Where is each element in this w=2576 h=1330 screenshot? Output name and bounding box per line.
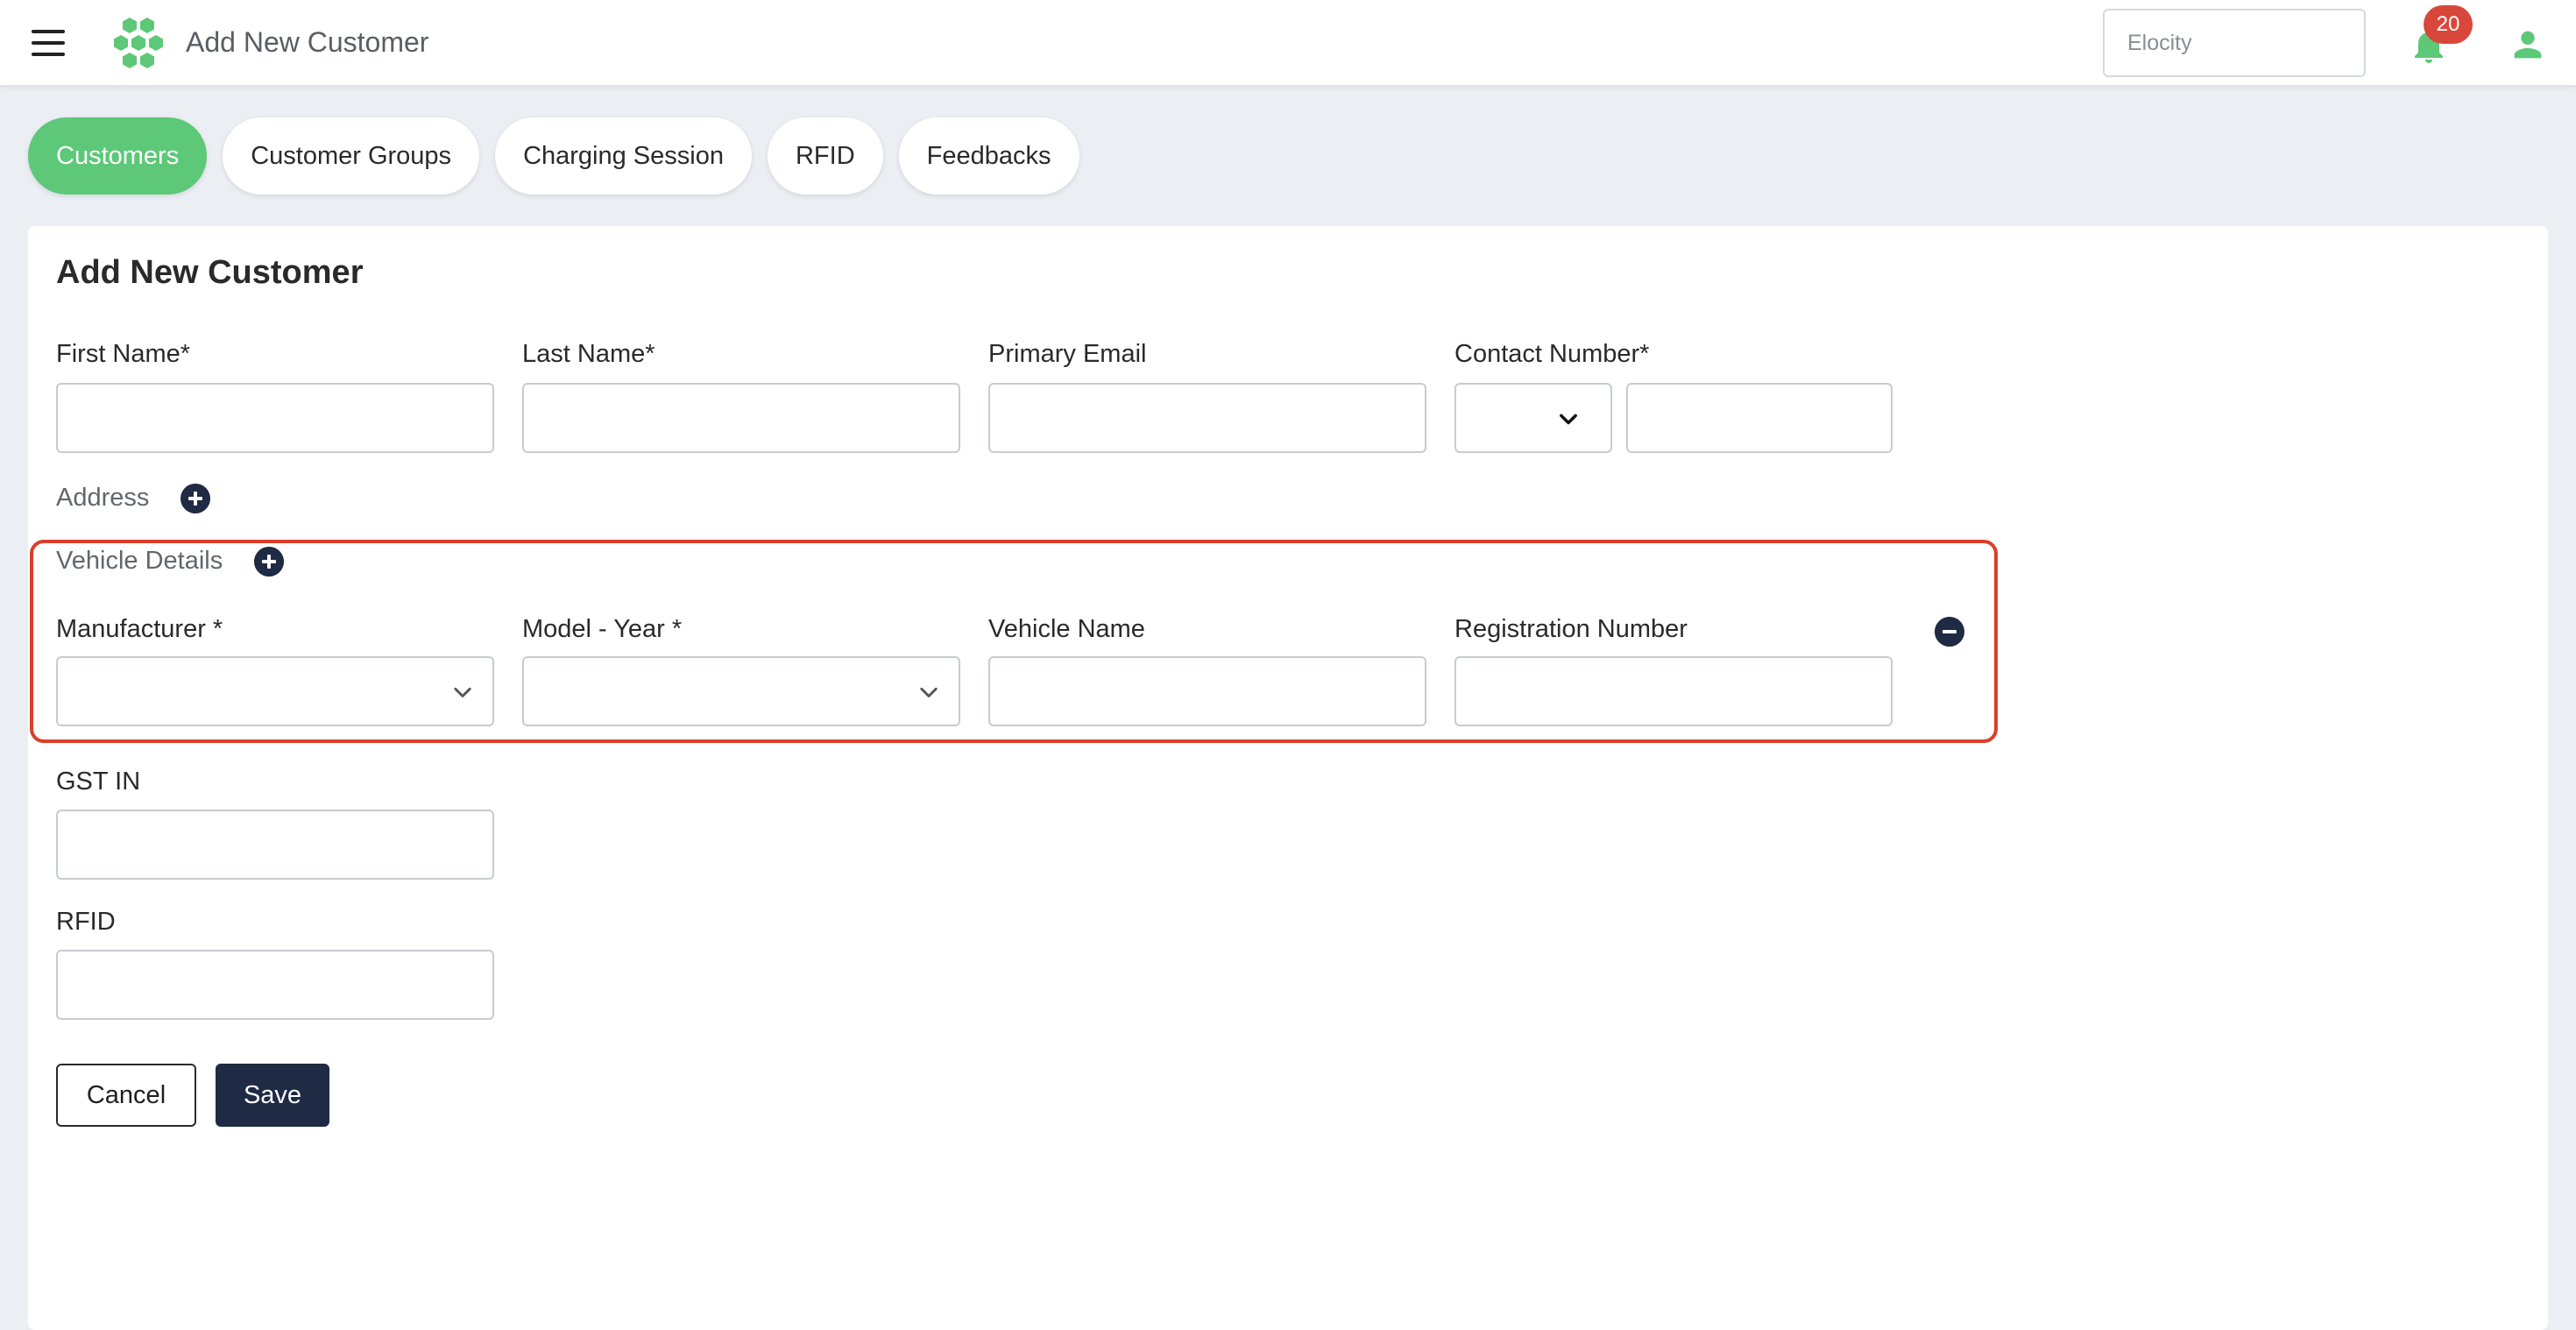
model-year-select[interactable] — [522, 656, 960, 726]
add-vehicle-plus-icon[interactable] — [254, 547, 284, 577]
last-name-label: Last Name* — [522, 340, 655, 368]
tab-bar: Customers Customer Groups Charging Sessi… — [28, 117, 1079, 195]
menu-icon[interactable] — [32, 30, 65, 56]
remove-vehicle-minus-icon[interactable] — [1935, 617, 1964, 647]
vehicle-name-label: Vehicle Name — [988, 615, 1145, 643]
address-label: Address — [56, 484, 150, 512]
first-name-label: First Name* — [56, 340, 191, 368]
page-header-title: Add New Customer — [186, 26, 429, 58]
model-year-label: Model - Year * — [522, 615, 683, 643]
country-code-select[interactable] — [1454, 383, 1612, 453]
chevron-down-icon — [454, 687, 471, 697]
form-title: Add New Customer — [56, 254, 364, 291]
chevron-down-icon — [920, 687, 938, 697]
form-card: Add New Customer First Name* Last Name* … — [28, 226, 2548, 1330]
primary-email-field[interactable] — [988, 383, 1426, 453]
vehicle-details-label: Vehicle Details — [56, 547, 223, 575]
logo-icon — [114, 18, 163, 68]
tab-customers[interactable]: Customers — [28, 117, 208, 195]
last-name-field[interactable] — [522, 383, 960, 453]
tab-feedbacks[interactable]: Feedbacks — [898, 117, 1079, 195]
tab-customer-groups[interactable]: Customer Groups — [223, 117, 480, 195]
tab-charging-session[interactable]: Charging Session — [495, 117, 752, 195]
rfid-label: RFID — [56, 908, 116, 936]
cancel-button[interactable]: Cancel — [56, 1064, 196, 1127]
rfid-field[interactable] — [56, 950, 494, 1020]
gst-field[interactable] — [56, 810, 494, 880]
registration-number-field[interactable] — [1454, 656, 1893, 726]
gst-label: GST IN — [56, 768, 141, 796]
registration-number-label: Registration Number — [1454, 615, 1688, 643]
save-button[interactable]: Save — [216, 1064, 329, 1127]
manufacturer-select[interactable] — [56, 656, 494, 726]
add-address-plus-icon[interactable] — [180, 484, 210, 513]
primary-email-label: Primary Email — [988, 340, 1147, 368]
first-name-field[interactable] — [56, 383, 494, 453]
user-icon[interactable] — [2508, 25, 2548, 65]
manufacturer-label: Manufacturer * — [56, 615, 223, 643]
notification-badge: 20 — [2424, 5, 2473, 44]
contact-number-label: Contact Number* — [1454, 340, 1650, 368]
top-bar: Add New Customer Elocity 20 — [0, 0, 2576, 87]
chevron-down-icon — [1560, 414, 1577, 425]
tab-rfid[interactable]: RFID — [767, 117, 883, 195]
organization-select[interactable]: Elocity — [2103, 9, 2366, 77]
contact-number-field[interactable] — [1626, 383, 1893, 453]
vehicle-name-field[interactable] — [988, 656, 1426, 726]
